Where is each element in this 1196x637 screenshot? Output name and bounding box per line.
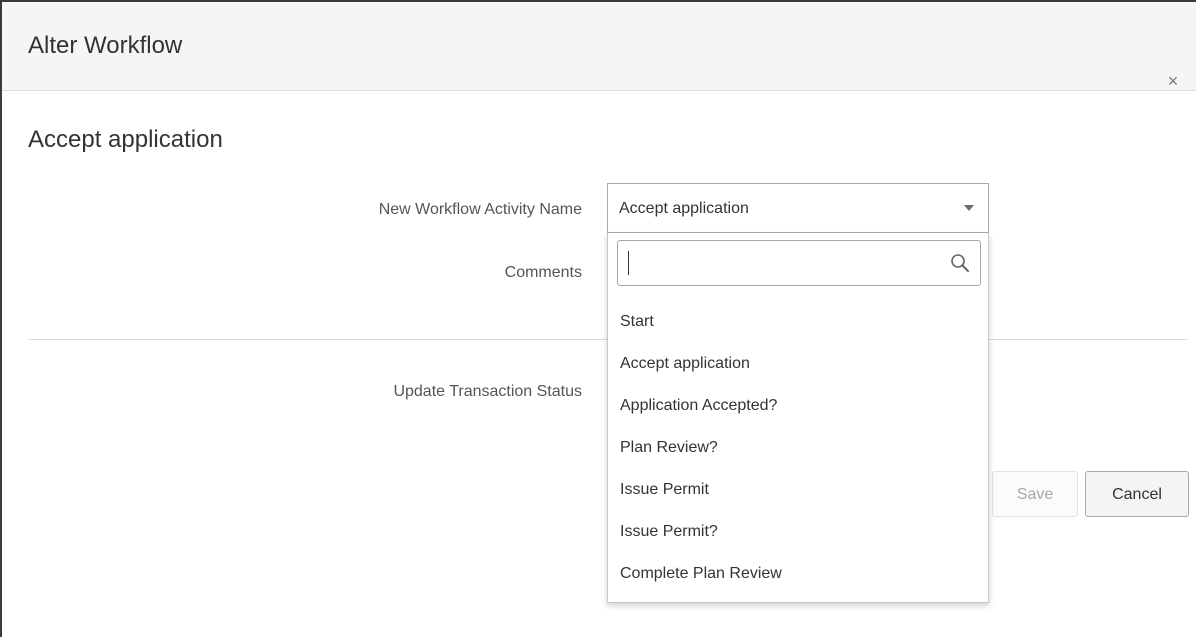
dropdown-search-input[interactable]: [626, 251, 940, 277]
transaction-status-label: Update Transaction Status: [393, 383, 582, 400]
dropdown-option[interactable]: Plan Review?: [608, 427, 988, 469]
dropdown-option[interactable]: Application Accepted?: [608, 385, 988, 427]
search-icon[interactable]: [948, 251, 972, 275]
dropdown-option[interactable]: Start: [608, 301, 988, 343]
activity-name-label: New Workflow Activity Name: [378, 201, 582, 218]
dropdown-option[interactable]: Issue Permit?: [608, 511, 988, 553]
dialog-header: Alter Workflow: [2, 2, 1196, 91]
cancel-button[interactable]: Cancel: [1085, 471, 1189, 517]
comments-label: Comments: [504, 264, 582, 281]
alter-workflow-dialog: Alter Workflow × Accept application New …: [0, 0, 1196, 637]
dropdown-option-list: Start Accept application Application Accep…: [608, 301, 988, 595]
dropdown-search-box[interactable]: [617, 240, 981, 286]
dropdown-option[interactable]: Complete Plan Review: [608, 553, 988, 595]
section-title: Accept application: [28, 126, 223, 153]
dialog-title: Alter Workflow: [28, 32, 183, 59]
save-button[interactable]: Save: [992, 471, 1078, 517]
activity-name-selected-value: Accept application: [619, 200, 749, 217]
close-icon[interactable]: ×: [1162, 70, 1184, 92]
dropdown-option[interactable]: Accept application: [608, 343, 988, 385]
text-cursor: [628, 251, 629, 275]
chevron-down-icon[interactable]: [964, 205, 974, 211]
activity-name-select[interactable]: Accept application: [607, 183, 989, 233]
activity-name-dropdown: Start Accept application Application Accep…: [607, 233, 989, 603]
dropdown-option[interactable]: Issue Permit: [608, 469, 988, 511]
